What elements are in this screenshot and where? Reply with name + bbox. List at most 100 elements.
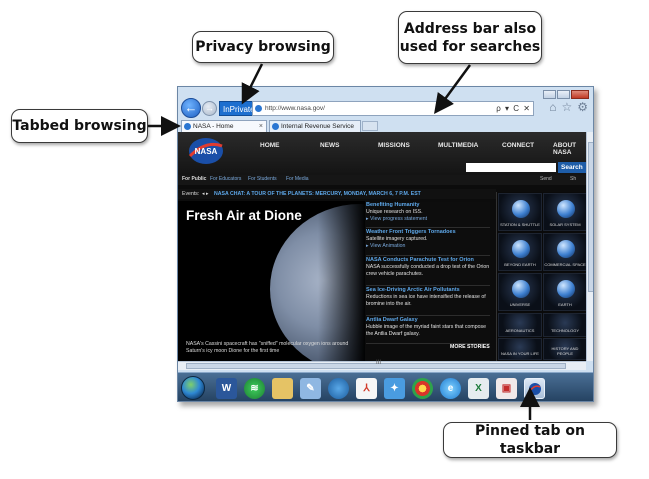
topic-tile[interactable]: SOLAR SYSTEM: [543, 193, 586, 231]
pdf-icon[interactable]: ▣: [496, 378, 517, 399]
topic-label: AERONAUTICS: [505, 328, 535, 333]
audience-for-students[interactable]: For Students: [248, 176, 277, 182]
feature-story[interactable]: Fresh Air at Dione NASA's Cassini spacec…: [178, 201, 365, 361]
vertical-scroll-thumb[interactable]: [588, 142, 593, 292]
news-stories-list: Benefiting Humanity Unique research on I…: [366, 202, 494, 360]
nav-missions[interactable]: MISSIONS: [378, 142, 410, 149]
story-title[interactable]: Antlia Dwarf Galaxy: [366, 317, 490, 324]
share-link[interactable]: Sh: [570, 176, 576, 182]
topic-tile[interactable]: UNIVERSE: [498, 273, 542, 311]
spotify-icon[interactable]: ≋: [244, 378, 265, 399]
nasa-pinned-tab-icon[interactable]: [524, 378, 545, 399]
events-label: Events:: [182, 191, 200, 197]
story-title[interactable]: NASA Conducts Parachute Test for Orion: [366, 257, 490, 264]
callout-privacy-browsing: Privacy browsing: [192, 31, 334, 63]
nav-about-nasa[interactable]: ABOUT NASA: [553, 142, 586, 156]
topic-label: EARTH: [558, 302, 572, 307]
events-arrows-icon[interactable]: ◂ ▸: [202, 189, 209, 199]
topic-label: UNIVERSE: [509, 302, 531, 307]
story-body: NASA successfully conducted a drop test …: [366, 264, 490, 277]
more-stories-link[interactable]: MORE STORIES: [450, 344, 490, 350]
tab-label: Internal Revenue Service: [281, 123, 354, 130]
callout-tabbed-text: Tabbed browsing: [12, 118, 147, 134]
topic-tile[interactable]: COMMERCIAL SPACE: [543, 233, 586, 271]
tab-bar: NASA - Home × Internal Revenue Service: [178, 120, 593, 132]
forward-arrow-icon: →: [205, 103, 214, 113]
nav-connect[interactable]: CONNECT: [502, 142, 534, 149]
nasa-logo-icon[interactable]: NASA: [186, 136, 226, 166]
topic-tile[interactable]: HISTORY AND PEOPLE: [543, 338, 586, 360]
earth-icon: [557, 280, 575, 298]
globe-icon[interactable]: [328, 378, 349, 399]
topic-tile[interactable]: TECHNOLOGY: [543, 313, 586, 337]
bird-icon[interactable]: ✦: [384, 378, 405, 399]
events-text[interactable]: NASA CHAT: A TOUR OF THE PLANETS: MERCUR…: [214, 189, 421, 199]
favorites-icon[interactable]: ☆: [561, 99, 572, 115]
feature-title[interactable]: Fresh Air at Dione: [186, 208, 302, 223]
nav-home[interactable]: HOME: [260, 142, 280, 149]
taskbar: W ≋ ✎ ⅄ ✦ e X ▣: [178, 372, 593, 401]
tab-internal-revenue-service[interactable]: Internal Revenue Service: [269, 120, 361, 132]
horizontal-scrollbar[interactable]: III: [178, 360, 586, 370]
explorer-icon[interactable]: [272, 378, 293, 399]
address-bar[interactable]: http://www.nasa.gov/ ρ ▾ C ✕: [252, 101, 534, 116]
paint-icon[interactable]: ✎: [300, 378, 321, 399]
nav-news[interactable]: NEWS: [320, 142, 340, 149]
start-orb-icon[interactable]: [181, 376, 205, 400]
web-page-content: NASA HOME NEWS MISSIONS MULTIMEDIA CONNE…: [178, 132, 586, 361]
list-item[interactable]: Weather Front Triggers Tornadoes Satelli…: [366, 229, 490, 256]
topic-tile[interactable]: NASA IN YOUR LIFE: [498, 338, 542, 360]
story-link[interactable]: ▸ View Animation: [366, 243, 490, 250]
address-bar-tools[interactable]: ρ ▾ C ✕: [496, 102, 531, 115]
story-body: Hubble image of the myriad faint stars t…: [366, 324, 486, 337]
story-title[interactable]: Weather Front Triggers Tornadoes: [366, 229, 490, 236]
topic-tile[interactable]: STATION & SHUTTLE: [498, 193, 542, 231]
browser-tool-icons: ⌂ ☆ ⚙: [549, 99, 588, 115]
audience-for-public[interactable]: For Public: [182, 176, 206, 182]
galaxy-icon: [512, 280, 530, 298]
vertical-scrollbar[interactable]: [586, 132, 593, 361]
rocket-icon: [557, 240, 575, 258]
word-icon[interactable]: W: [216, 378, 237, 399]
list-item[interactable]: Sea Ice-Driving Arctic Air Pollutants Re…: [366, 287, 490, 316]
nasa-search-input[interactable]: [466, 163, 556, 172]
list-item[interactable]: NASA Conducts Parachute Test for Orion N…: [366, 257, 490, 286]
chrome-icon[interactable]: [412, 378, 433, 399]
story-title[interactable]: Sea Ice-Driving Arctic Air Pollutants: [366, 287, 490, 294]
list-item[interactable]: Benefiting Humanity Unique research on I…: [366, 202, 490, 228]
story-link[interactable]: ▸ View progress statement: [366, 216, 490, 223]
back-arrow-icon: ←: [184, 100, 198, 115]
nasa-pinned-logo-icon: [528, 383, 541, 395]
new-tab-button[interactable]: [362, 121, 378, 131]
forward-button[interactable]: →: [202, 101, 217, 116]
topic-tile[interactable]: BEYOND EARTH: [498, 233, 542, 271]
home-icon[interactable]: ⌂: [549, 99, 556, 115]
callout-address-text-1: Address bar also: [403, 20, 537, 37]
address-url[interactable]: http://www.nasa.gov/: [265, 105, 325, 112]
send-link[interactable]: Send: [540, 176, 552, 182]
tab-label: NASA - Home: [193, 123, 234, 130]
tab-nasa-home[interactable]: NASA - Home ×: [181, 120, 267, 132]
callout-tabbed-browsing: Tabbed browsing: [11, 109, 148, 143]
nav-multimedia[interactable]: MULTIMEDIA: [438, 142, 478, 149]
tools-icon[interactable]: ⚙: [577, 99, 588, 115]
audience-for-educators[interactable]: For Educators: [210, 176, 241, 182]
site-favicon-icon: [255, 105, 262, 112]
nasa-search-button[interactable]: Search: [558, 162, 586, 173]
story-title[interactable]: Benefiting Humanity: [366, 202, 490, 209]
tab-close-icon[interactable]: ×: [259, 121, 263, 132]
list-item[interactable]: Antlia Dwarf Galaxy Hubble image of the …: [366, 317, 490, 344]
audience-for-media[interactable]: For Media: [286, 176, 309, 182]
navigation-bar: ← → InPrivate http://www.nasa.gov/ ρ ▾ C…: [178, 97, 593, 119]
ie-icon[interactable]: e: [440, 378, 461, 399]
shuttle-icon: [512, 200, 530, 218]
topic-tile[interactable]: AERONAUTICS: [498, 313, 542, 337]
acrobat-icon[interactable]: ⅄: [356, 378, 377, 399]
excel-icon[interactable]: X: [468, 378, 489, 399]
topic-label: TECHNOLOGY: [550, 328, 579, 333]
topic-tile[interactable]: EARTH: [543, 273, 586, 311]
topics-grid: STATION & SHUTTLE SOLAR SYSTEM BEYOND EA…: [496, 192, 586, 361]
scroll-grip: III: [376, 360, 382, 366]
nasa-favicon-icon: [184, 123, 191, 130]
back-button[interactable]: ←: [181, 98, 201, 118]
